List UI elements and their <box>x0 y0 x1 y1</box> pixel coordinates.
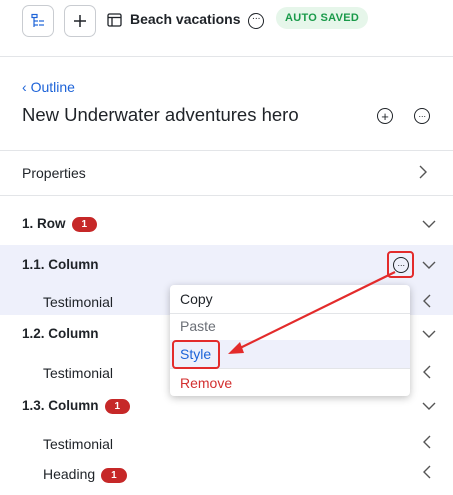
tree-item-label: Heading 1 <box>43 466 127 483</box>
chevron-left-icon[interactable] <box>419 293 435 309</box>
menu-divider <box>170 313 410 314</box>
properties-label[interactable]: Properties <box>22 165 86 181</box>
divider <box>0 195 453 196</box>
document-more-icon[interactable]: ··· <box>248 13 264 29</box>
count-badge: 1 <box>104 399 131 414</box>
chevron-left-icon[interactable] <box>419 364 435 380</box>
tree-row-label: 1. Row 1 <box>22 216 98 232</box>
add-circle-icon[interactable]: + <box>377 108 393 124</box>
document-title: Beach vacations <box>130 11 241 27</box>
tree-list-icon <box>31 13 44 27</box>
back-label: Outline <box>30 79 75 95</box>
menu-item-remove[interactable]: Remove <box>180 375 232 391</box>
more-options-icon[interactable]: ··· <box>414 108 430 124</box>
tree-column-1-1[interactable]: 1.1. Column <box>0 245 453 283</box>
annotation-highlight-box <box>387 251 414 278</box>
outline-tree-button[interactable] <box>22 5 54 37</box>
tree-item-label: Testimonial <box>43 436 114 452</box>
count-badge: 1 <box>101 468 127 483</box>
count-badge: 1 <box>71 217 98 232</box>
add-button[interactable] <box>64 5 96 37</box>
auto-saved-badge: AUTO SAVED <box>276 7 369 29</box>
chevron-left-icon[interactable] <box>419 434 435 450</box>
plus-icon <box>74 15 86 27</box>
annotation-highlight-box <box>172 340 220 369</box>
chevron-down-icon[interactable] <box>421 257 437 273</box>
tree-column-label: 1.2. Column <box>22 326 99 341</box>
layout-icon <box>107 13 122 27</box>
chevron-down-icon[interactable] <box>421 216 437 232</box>
back-to-outline-link[interactable]: ‹ Outline <box>22 79 75 95</box>
menu-item-copy[interactable]: Copy <box>180 291 213 307</box>
menu-item-paste[interactable]: Paste <box>180 318 216 334</box>
chevron-down-icon[interactable] <box>421 398 437 414</box>
tree-column-label: 1.1. Column <box>22 257 99 272</box>
tree-row-1[interactable]: 1. Row 1 <box>0 209 453 239</box>
chevron-right-icon[interactable] <box>415 164 431 180</box>
tree-item-heading[interactable]: Heading 1 <box>0 458 453 488</box>
tree-item-label: Testimonial <box>43 294 114 310</box>
tree-item-testimonial[interactable]: Testimonial <box>0 428 453 458</box>
divider <box>0 150 453 151</box>
page-title: New Underwater adventures hero <box>22 104 299 125</box>
chevron-down-icon[interactable] <box>421 326 437 342</box>
tree-column-label: 1.3. Column 1 <box>22 398 131 414</box>
chevron-left-icon: ‹ <box>22 79 27 95</box>
top-toolbar: Beach vacations ··· AUTO SAVED <box>0 0 453 57</box>
chevron-left-icon[interactable] <box>419 464 435 480</box>
tree-item-label: Testimonial <box>43 365 114 381</box>
